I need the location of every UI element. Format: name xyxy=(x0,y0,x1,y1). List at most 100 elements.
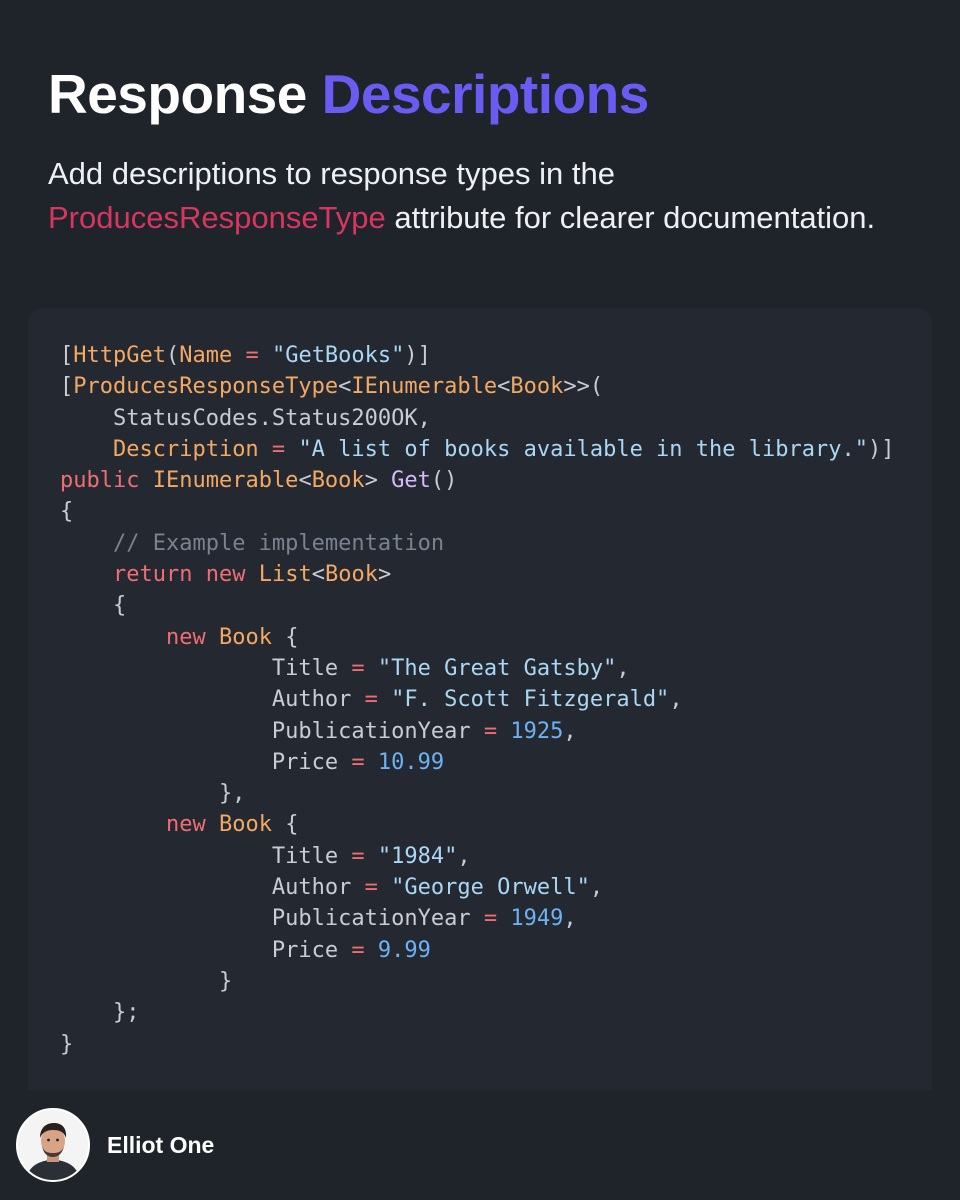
code-token-type: Book xyxy=(510,374,564,400)
code-token-plain: , xyxy=(563,906,577,932)
code-line: Title = "The Great Gatsby", xyxy=(60,653,894,684)
code-token-plain: < xyxy=(311,562,325,588)
code-token-plain: > xyxy=(364,468,392,494)
code-token-plain: < xyxy=(497,374,511,400)
code-token-plain: )] xyxy=(404,343,431,368)
code-token-plain: Price xyxy=(271,749,339,775)
code-token-operator: = xyxy=(338,655,378,681)
author-avatar xyxy=(16,1108,90,1182)
code-token-plain: Author xyxy=(271,687,352,713)
code-token-keyword: new xyxy=(165,624,206,650)
code-token-keyword: public xyxy=(60,468,140,494)
code-token-plain: Title xyxy=(271,655,339,681)
code-token-keyword: new xyxy=(205,562,246,588)
code-token-plain: )] xyxy=(867,436,895,462)
code-token-method: Get xyxy=(391,468,431,494)
code-token-plain: Author xyxy=(271,875,352,901)
code-token-type: Book xyxy=(311,468,365,494)
code-token-string: "F. Scott Fitzgerald" xyxy=(391,687,670,713)
code-line: }; xyxy=(60,997,894,1028)
code-line: return new List<Book> xyxy=(60,559,894,590)
code-line: } xyxy=(60,966,894,997)
code-token-operator: = xyxy=(351,687,392,713)
code-line: PublicationYear = 1949, xyxy=(60,903,894,934)
code-token-plain: PublicationYear xyxy=(271,718,471,744)
code-line: // Example implementation xyxy=(60,528,894,559)
code-token-plain: [ xyxy=(60,374,74,400)
code-token-plain: Title xyxy=(271,843,339,869)
code-token-number: 10.99 xyxy=(377,749,445,775)
code-token-plain: Price xyxy=(271,937,339,963)
code-token-plain: } xyxy=(60,1031,74,1057)
code-token-plain: < xyxy=(338,374,352,400)
code-token-type: Book xyxy=(218,812,272,838)
code-token-number: 9.99 xyxy=(377,937,431,963)
page-subtitle: Add descriptions to response types in th… xyxy=(48,152,928,240)
title-accent: Descriptions xyxy=(321,63,650,125)
title-primary: Response xyxy=(48,63,307,125)
code-token-plain: < xyxy=(298,468,312,494)
code-line: Description = "A list of books available… xyxy=(60,434,895,465)
code-token-plain: [ xyxy=(60,343,74,368)
code-token-number: 1925 xyxy=(510,718,564,744)
code-line: Title = "1984", xyxy=(60,841,894,872)
code-line: Author = "F. Scott Fitzgerald", xyxy=(60,684,894,715)
code-token-operator: = xyxy=(470,718,511,744)
person-photo-icon xyxy=(18,1110,88,1180)
code-line: PublicationYear = 1925, xyxy=(60,716,894,747)
page-title: Response Descriptions xyxy=(48,62,649,126)
subtitle-text-before: Add descriptions to response types in th… xyxy=(48,156,615,191)
author-footer: Elliot One xyxy=(16,1108,214,1182)
code-token-operator: = xyxy=(258,436,299,462)
code-line: Author = "George Orwell", xyxy=(60,872,894,903)
code-token-plain: () xyxy=(430,468,458,494)
code-token-plain: } xyxy=(60,968,233,994)
code-token-plain: > xyxy=(377,562,392,588)
code-token-type: HttpGet xyxy=(73,343,166,368)
code-token-keyword: return xyxy=(112,562,193,588)
code-token-operator: = xyxy=(351,875,392,901)
code-token-plain: ( xyxy=(165,343,180,368)
code-token-type: Description xyxy=(112,436,259,462)
code-token-plain: PublicationYear xyxy=(271,906,471,932)
code-token-plain: }, xyxy=(60,781,246,807)
code-token-operator: = xyxy=(232,343,272,368)
code-token-type: Book xyxy=(218,624,272,650)
code-token-type: ProducesResponseType xyxy=(73,374,339,400)
code-token-string: "George Orwell" xyxy=(391,875,590,901)
code-token-operator: = xyxy=(470,906,511,932)
code-line: public IEnumerable<Book> Get() xyxy=(60,465,894,496)
code-token-type: List xyxy=(258,562,312,588)
code-token-plain: , xyxy=(563,718,577,744)
code-token-plain: { xyxy=(271,812,299,838)
code-token-keyword: new xyxy=(165,812,206,838)
code-line: new Book { xyxy=(60,622,894,653)
code-token-plain: , xyxy=(669,687,683,713)
code-line: }, xyxy=(60,778,894,809)
code-token-number: 1949 xyxy=(510,906,564,932)
code-token-plain: StatusCodes.Status200OK, xyxy=(60,405,431,431)
code-token-string: "GetBooks" xyxy=(271,343,405,368)
code-block: [HttpGet(Name = "GetBooks")] [ProducesRes… xyxy=(60,340,894,1060)
code-token-plain: { xyxy=(60,499,74,525)
code-token-plain: , xyxy=(589,875,604,901)
code-line: [HttpGet(Name = "GetBooks")] xyxy=(60,340,894,371)
code-token-plain: }; xyxy=(60,1000,140,1026)
code-token-plain: { xyxy=(271,624,299,650)
